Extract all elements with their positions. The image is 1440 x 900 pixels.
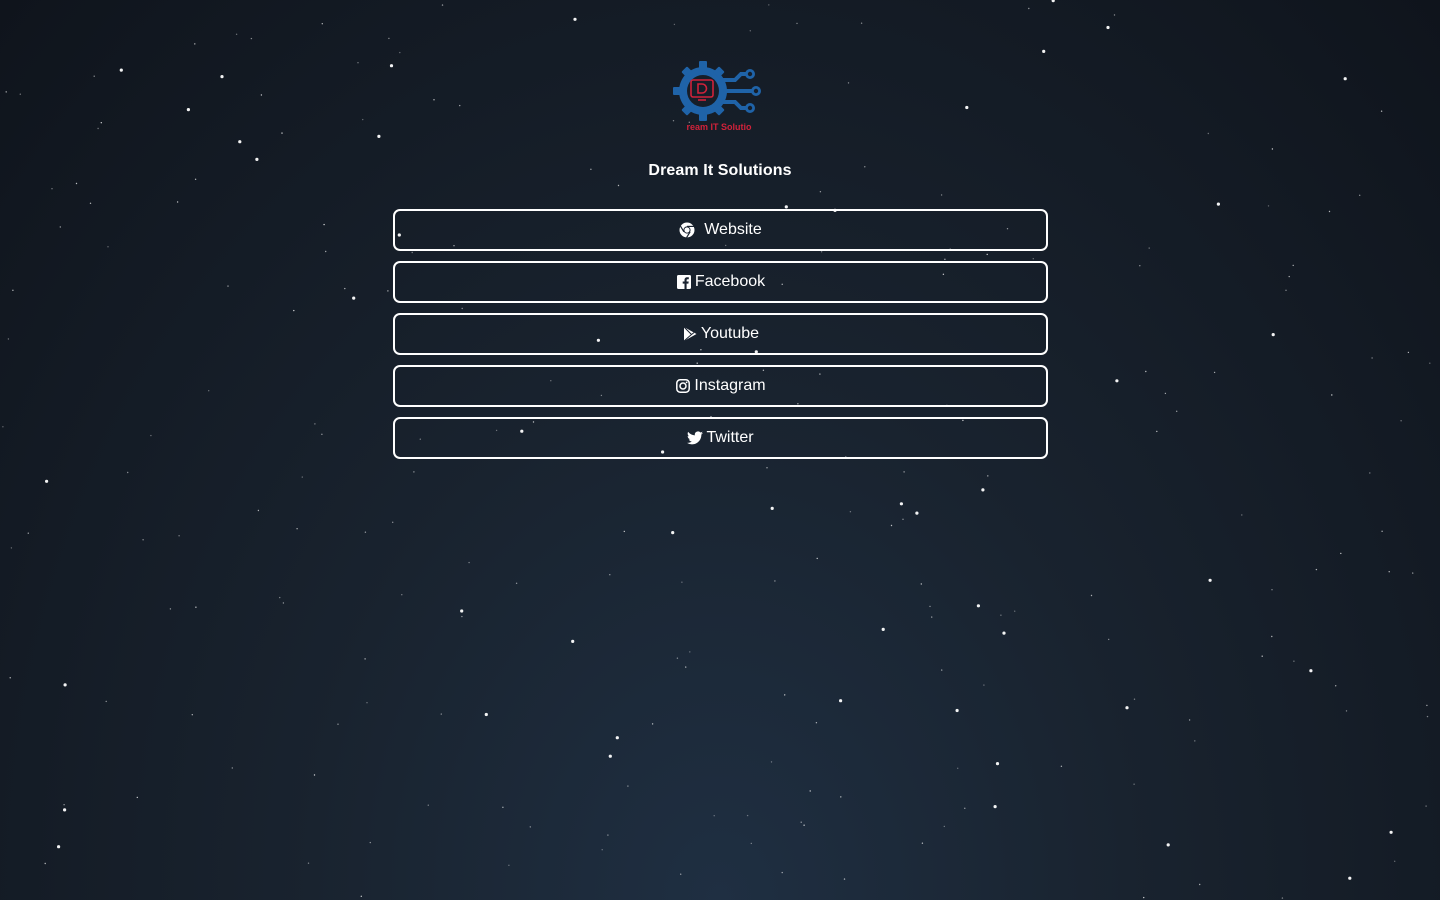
play-icon bbox=[682, 326, 698, 342]
twitter-link-label: Twitter bbox=[706, 429, 754, 446]
facebook-link-button[interactable]: Facebook bbox=[393, 261, 1048, 303]
instagram-link-label: Instagram bbox=[694, 377, 766, 394]
instagram-icon bbox=[675, 378, 691, 394]
site-title: Dream It Solutions bbox=[648, 162, 792, 179]
website-link-button[interactable]: Website bbox=[393, 209, 1048, 251]
facebook-icon bbox=[676, 274, 692, 290]
website-link-label: Website bbox=[704, 221, 762, 238]
facebook-link-label: Facebook bbox=[694, 273, 766, 290]
twitter-link-button[interactable]: Twitter bbox=[393, 417, 1048, 459]
logo-tagline: ream IT Solutio bbox=[686, 122, 752, 132]
twitter-icon bbox=[687, 430, 704, 446]
link-list: Website Facebook Youtube Instagram Twitt… bbox=[393, 209, 1048, 469]
brand-logo: ream IT Solutio bbox=[673, 61, 761, 132]
youtube-link-label: Youtube bbox=[700, 325, 760, 342]
instagram-link-button[interactable]: Instagram bbox=[393, 365, 1048, 407]
youtube-link-button[interactable]: Youtube bbox=[393, 313, 1048, 355]
chrome-icon bbox=[679, 222, 695, 238]
